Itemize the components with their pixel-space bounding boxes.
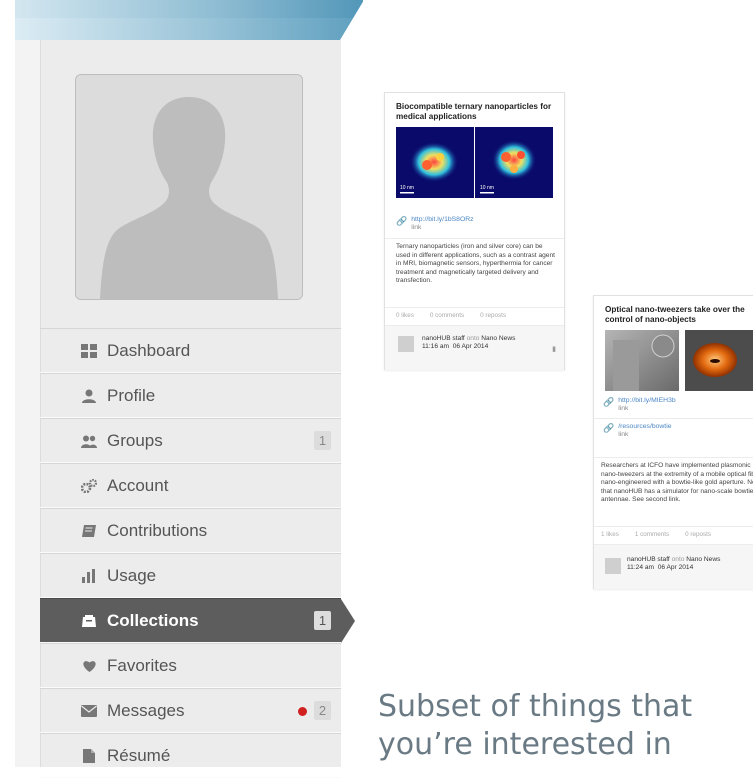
sidebar-item-label: Groups <box>107 430 163 450</box>
grid-icon <box>80 343 98 359</box>
collection-post-card[interactable]: Optical nano-tweezers take over the cont… <box>593 295 753 589</box>
sidebar-item-resume[interactable]: Résumé <box>40 733 341 778</box>
reposts-count[interactable]: 0 reposts <box>480 312 506 319</box>
sidebar-item-label: Profile <box>107 385 156 405</box>
comments-count[interactable]: 1 comments <box>635 531 669 538</box>
reposts-count[interactable]: 0 reposts <box>685 531 711 538</box>
post-link-block-2[interactable]: 🔗 /resources/bowtie link <box>603 423 672 439</box>
sidebar-item-label: Contributions <box>107 520 208 540</box>
sidebar-item-groups[interactable]: Groups 1 <box>40 418 341 463</box>
post-image[interactable] <box>605 330 753 391</box>
profile-menu: Dashboard Profile Groups 1 Account Contr… <box>40 328 355 778</box>
collection-icon <box>80 613 98 629</box>
top-banner <box>15 0 364 40</box>
sidebar-item-profile[interactable]: Profile <box>40 373 341 418</box>
avatar[interactable] <box>75 74 303 300</box>
post-link-label: link <box>618 405 629 412</box>
post-time: 11:24 am <box>627 564 655 572</box>
collection-post-card[interactable]: Biocompatible ternary nanoparticles for … <box>384 92 565 370</box>
caption-line-2: you’re interested in <box>378 727 672 762</box>
gears-icon <box>80 478 98 494</box>
author-avatar[interactable] <box>398 336 414 352</box>
link-icon: 🔗 <box>603 397 615 407</box>
post-time: 11:16 am <box>422 343 450 351</box>
groups-count-badge: 1 <box>314 431 331 450</box>
scale-label-right: 10 nm <box>480 185 494 191</box>
sidebar-item-label: Collections <box>107 610 199 630</box>
author-name[interactable]: nanoHUB staff <box>627 556 670 563</box>
sidebar-item-favorites[interactable]: Favorites <box>40 643 341 688</box>
sidebar-item-label: Dashboard <box>107 340 191 360</box>
post-stats: 1 likes 1 comments 0 reposts <box>601 531 711 538</box>
sidebar-item-dashboard[interactable]: Dashboard <box>40 328 341 373</box>
sidebar-item-account[interactable]: Account <box>40 463 341 508</box>
collection-name[interactable]: Nano News <box>481 335 515 342</box>
sidebar-item-messages[interactable]: Messages 2 <box>40 688 341 733</box>
messages-count-badge: 2 <box>314 701 331 720</box>
likes-count[interactable]: 1 likes <box>601 531 619 538</box>
heart-icon <box>80 658 98 674</box>
sidebar-item-label: Usage <box>107 565 157 585</box>
sidebar-item-contributions[interactable]: Contributions <box>40 508 341 553</box>
post-date: 06 Apr 2014 <box>452 343 489 351</box>
sidebar: Dashboard Profile Groups 1 Account Contr… <box>15 40 355 778</box>
author-name[interactable]: nanoHUB staff <box>422 335 465 342</box>
scale-label-left: 10 nm <box>400 185 414 191</box>
post-description: Ternary nanoparticles (iron and silver c… <box>396 243 555 285</box>
document-icon <box>80 748 98 764</box>
author-avatar[interactable] <box>605 558 621 574</box>
post-title[interactable]: Biocompatible ternary nanoparticles for … <box>396 102 561 121</box>
sidebar-item-label: Account <box>107 475 169 495</box>
post-image[interactable]: 10 nm 10 nm <box>396 127 553 198</box>
post-title[interactable]: Optical nano-tweezers take over the cont… <box>605 305 753 324</box>
post-link-url[interactable]: /resources/bowtie <box>618 423 671 431</box>
comments-count[interactable]: 0 comments <box>430 312 464 319</box>
envelope-icon <box>80 703 98 719</box>
post-description: Researchers at ICFO have implemented pla… <box>601 462 753 504</box>
repost-icon[interactable]: ▮ <box>552 345 556 353</box>
sidebar-item-label: Favorites <box>107 655 177 675</box>
collections-count-badge: 1 <box>314 611 331 630</box>
post-link-url[interactable]: http://bit.ly/1bS8ORz <box>411 216 473 224</box>
caption-line-1: Subset of things that <box>378 689 693 724</box>
sidebar-edge <box>15 40 41 767</box>
post-link-block[interactable]: 🔗 http://bit.ly/1bS8ORz link <box>396 216 474 232</box>
post-link-block-1[interactable]: 🔗 http://bit.ly/MIEH3b link <box>603 397 676 413</box>
post-link-label: link <box>618 431 629 438</box>
silhouette-icon <box>76 75 302 299</box>
unread-alert-dot <box>298 707 307 716</box>
sidebar-item-label: Messages <box>107 700 185 720</box>
link-icon: 🔗 <box>603 423 615 433</box>
people-icon <box>80 433 98 449</box>
person-icon <box>80 388 98 404</box>
post-link-label: link <box>411 224 422 231</box>
sidebar-item-usage[interactable]: Usage <box>40 553 341 598</box>
link-icon: 🔗 <box>396 216 408 226</box>
bar-chart-icon <box>80 568 98 584</box>
sidebar-item-label: Résumé <box>107 745 171 765</box>
notebook-icon <box>80 523 98 539</box>
likes-count[interactable]: 0 likes <box>396 312 414 319</box>
post-attribution: nanoHUB staff onto Nano News 11:16 am 06… <box>422 335 516 351</box>
collection-name[interactable]: Nano News <box>686 556 720 563</box>
post-date: 06 Apr 2014 <box>657 564 694 572</box>
post-stats: 0 likes 0 comments 0 reposts <box>396 312 506 319</box>
post-attribution: nanoHUB staff onto Nano News 11:24 am 06… <box>627 556 721 572</box>
sidebar-item-collections[interactable]: Collections 1 <box>40 598 355 643</box>
post-link-url[interactable]: http://bit.ly/MIEH3b <box>618 397 675 405</box>
slide-caption: Subset of things that you’re interested … <box>378 688 692 764</box>
